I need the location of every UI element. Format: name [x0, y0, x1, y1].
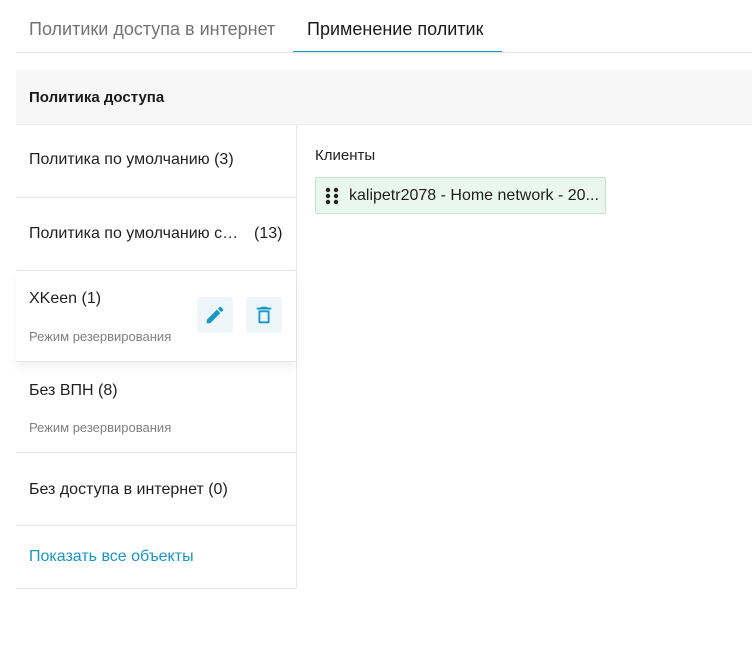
- tab-bar: Политики доступа в интернет Применение п…: [16, 0, 752, 53]
- policy-name: Политика по умолчанию (3): [29, 151, 234, 168]
- client-chip[interactable]: kalipetr2078 - Home network - 20...: [315, 177, 606, 214]
- tab-internet-access-policies[interactable]: Политики доступа в интернет: [29, 0, 275, 53]
- table-header: Политика доступа: [16, 70, 752, 125]
- policy-name: Без доступа в интернет (0): [29, 481, 228, 498]
- policy-list: Политика по умолчанию (3) Политика по ум…: [16, 125, 297, 589]
- show-all-link[interactable]: Показать все объекты: [29, 548, 194, 566]
- trash-icon: [256, 306, 272, 324]
- policy-item-default[interactable]: Политика по умолчанию (3): [16, 125, 296, 198]
- delete-button[interactable]: [246, 297, 282, 333]
- policy-name-text: Политика по умолчанию се...: [29, 225, 243, 242]
- policy-item-xkeen[interactable]: XKeen (1) Режим резервирования: [16, 271, 296, 362]
- policy-mode: Режим резервирования: [29, 329, 172, 344]
- policy-mode: Режим резервирования: [29, 420, 172, 435]
- policy-item-default-network[interactable]: Политика по умолчанию се... (13): [16, 198, 296, 271]
- policy-item-no-internet[interactable]: Без доступа в интернет (0): [16, 453, 296, 526]
- edit-button[interactable]: [197, 297, 233, 333]
- policy-item-no-vpn[interactable]: Без ВПН (8) Режим резервирования: [16, 362, 296, 453]
- policy-name: Без ВПН (8): [29, 382, 118, 399]
- tab-policy-application[interactable]: Применение политик: [293, 0, 502, 53]
- policy-name: Политика по умолчанию се...: [29, 225, 243, 243]
- policy-count: (13): [254, 225, 283, 242]
- client-name: kalipetr2078 - Home network - 20...: [349, 187, 599, 204]
- header-title: Политика доступа: [29, 89, 165, 106]
- clients-label: Клиенты: [315, 147, 376, 164]
- policy-name: XKeen (1): [29, 290, 102, 307]
- drag-handle-icon[interactable]: [325, 187, 339, 205]
- tab-divider: [16, 52, 752, 53]
- pencil-icon: [206, 306, 224, 324]
